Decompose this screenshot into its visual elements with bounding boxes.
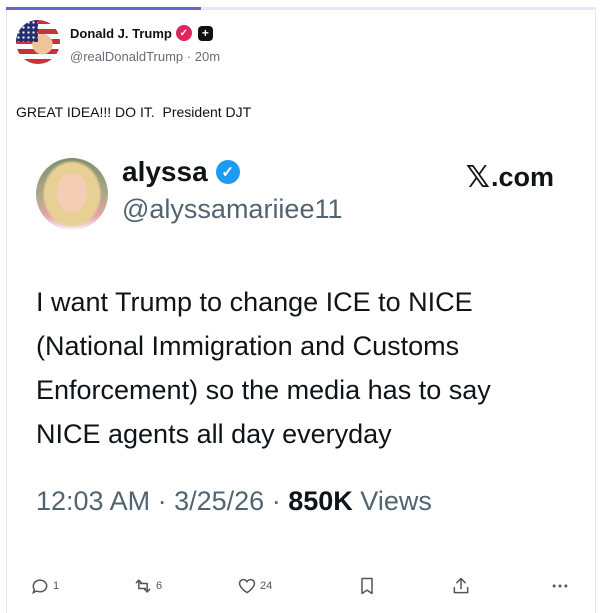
post-text: GREAT IDEA!!! DO IT. President DJT: [16, 104, 252, 120]
quoted-author-handle: @alyssamariiee11: [122, 194, 343, 224]
author-handle-row: @realDonaldTrump · 20m: [70, 49, 220, 64]
quoted-time: 12:03 AM: [36, 486, 151, 516]
repost-button[interactable]: 6: [133, 576, 162, 596]
reply-count: 1: [53, 580, 60, 592]
reply-button[interactable]: 1: [30, 576, 59, 596]
quoted-body: I want Trump to change ICE to NICE (Nati…: [36, 280, 576, 456]
quoted-body-line: I want Trump to change ICE to NICE: [36, 287, 473, 317]
verified-badge-icon: ✓: [175, 25, 192, 41]
share-icon: [453, 577, 469, 594]
action-bar: 1 6 24: [30, 576, 578, 600]
author-name-row: Donald J. Trump ✓ +: [70, 25, 213, 41]
bookmark-icon: [361, 577, 373, 595]
quoted-views-count: 850K: [288, 486, 353, 516]
meta-separator: ·: [186, 49, 192, 64]
quoted-body-line: NICE agents all day everyday: [36, 419, 392, 449]
like-count: 24: [260, 580, 273, 592]
quoted-date: 3/25/26: [174, 486, 265, 516]
quoted-author-name: alyssa: [122, 156, 208, 187]
heart-icon: [238, 578, 256, 594]
quoted-body-line: (National Immigration and Customs: [36, 331, 460, 361]
verified-badge-icon: ✓: [215, 160, 240, 184]
quoted-meta-separator: ·: [271, 486, 281, 516]
quoted-views-label: Views: [360, 486, 432, 516]
bookmark-button[interactable]: [357, 576, 377, 596]
quoted-meta: 12:03 AM · 3/25/26 · 850K Views: [36, 486, 432, 517]
post-time[interactable]: 20m: [195, 49, 220, 64]
quoted-author-avatar: [36, 158, 108, 230]
repost-icon: [135, 579, 151, 593]
author-avatar[interactable]: [16, 20, 60, 64]
author-handle[interactable]: @realDonaldTrump: [70, 49, 183, 64]
quoted-body-line: Enforcement) so the media has to say: [36, 375, 491, 405]
quoted-source: 𝕏 .com: [466, 160, 554, 195]
quoted-post[interactable]: alyssa ✓ @alyssamariiee11 𝕏 .com I want …: [26, 150, 576, 540]
x-logo-icon: 𝕏: [465, 160, 490, 195]
author-name[interactable]: Donald J. Trump: [70, 26, 172, 41]
plus-badge-icon: +: [197, 25, 213, 41]
quoted-name-row: alyssa ✓: [122, 156, 240, 188]
more-icon: [552, 584, 568, 588]
repost-count: 6: [156, 580, 163, 592]
quoted-meta-separator: ·: [157, 486, 167, 516]
like-button[interactable]: 24: [237, 576, 272, 596]
reply-icon: [32, 579, 48, 595]
more-options-button[interactable]: [550, 576, 570, 596]
share-button[interactable]: [451, 576, 471, 596]
quoted-source-domain: .com: [490, 162, 554, 192]
